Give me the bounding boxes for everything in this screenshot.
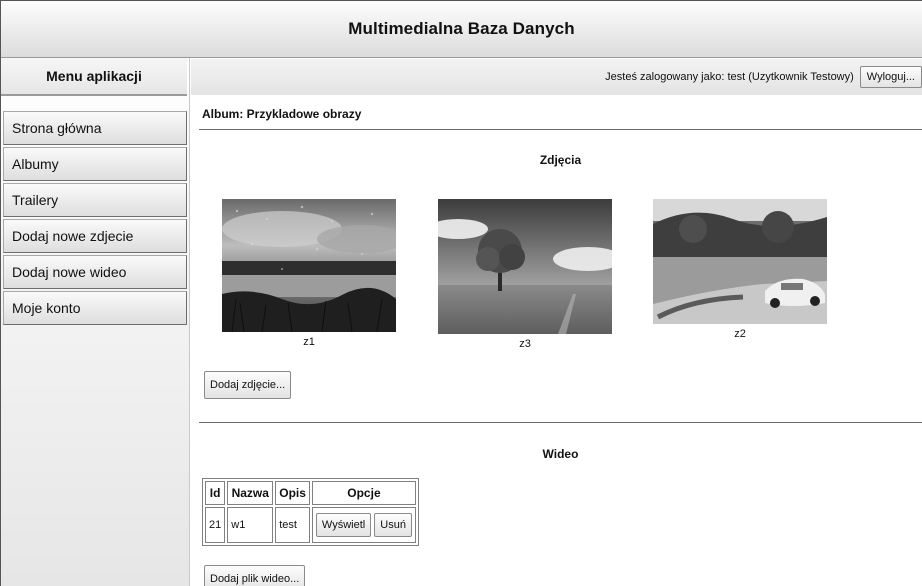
col-header-desc: Opis (275, 481, 310, 505)
logout-button[interactable]: Wyloguj... (859, 66, 922, 88)
video-options: Wyświetl Usuń (311, 507, 416, 543)
sidebar-item-my-account[interactable]: Moje konto (3, 291, 187, 325)
photo-item[interactable]: z1 (222, 199, 396, 348)
photo-caption: z1 (303, 336, 315, 348)
sidebar-item-home[interactable]: Strona główna (3, 111, 187, 145)
add-video-button[interactable]: Dodaj plik wideo... (204, 565, 306, 586)
video-name: w1 (227, 507, 274, 543)
add-photo-button[interactable]: Dodaj zdjęcie... (204, 371, 292, 399)
sidebar-item-add-video[interactable]: Dodaj nowe wideo (3, 255, 187, 289)
tree-field-photo-icon[interactable] (438, 199, 612, 334)
col-header-id: Id (205, 481, 226, 505)
car-road-photo-icon[interactable] (653, 199, 827, 324)
logged-in-status: Jesteś zalogowany jako: test (Uzytkownik… (605, 71, 854, 83)
divider (199, 129, 922, 130)
col-header-options: Opcje (311, 481, 416, 505)
menu-list: Strona główna Albumy Trailery Dodaj nowe… (1, 111, 189, 325)
sidebar-item-albums[interactable]: Albumy (3, 147, 187, 181)
sidebar-item-add-photo[interactable]: Dodaj nowe zdjecie (3, 219, 187, 253)
app-header: Multimedialna Baza Danych (1, 1, 922, 58)
user-bar: Jesteś zalogowany jako: test (Uzytkownik… (191, 59, 922, 95)
sidebar: Menu aplikacji Strona główna Albumy Trai… (1, 58, 190, 586)
photo-item[interactable]: z3 (438, 199, 612, 350)
album-title: Album: Przykladowe obrazy (202, 107, 362, 121)
table-row: 21 w1 test Wyświetl Usuń (205, 507, 416, 543)
view-video-button[interactable]: Wyświetl (315, 513, 372, 537)
app-window: Multimedialna Baza Danych Menu aplikacji… (0, 0, 922, 586)
photos-section-title: Zdjęcia (539, 153, 582, 167)
photo-caption: z2 (734, 328, 746, 340)
main-content: Album: Przykladowe obrazy Zdjęcia z1 z3 … (191, 95, 922, 586)
delete-video-button[interactable]: Usuń (374, 513, 412, 537)
menu-title: Menu aplikacji (1, 58, 187, 96)
video-desc: test (275, 507, 310, 543)
col-header-name: Nazwa (227, 481, 274, 505)
app-title: Multimedialna Baza Danych (348, 19, 575, 38)
rainy-lake-photo-icon[interactable] (222, 199, 396, 332)
divider (199, 422, 922, 423)
video-id: 21 (205, 507, 226, 543)
photo-caption: z3 (519, 338, 531, 350)
photo-item[interactable]: z2 (653, 199, 827, 340)
video-table: Id Nazwa Opis Opcje 21 w1 test Wyświetl … (202, 478, 419, 546)
video-section-title: Wideo (542, 447, 579, 461)
sidebar-item-trailers[interactable]: Trailery (3, 183, 187, 217)
